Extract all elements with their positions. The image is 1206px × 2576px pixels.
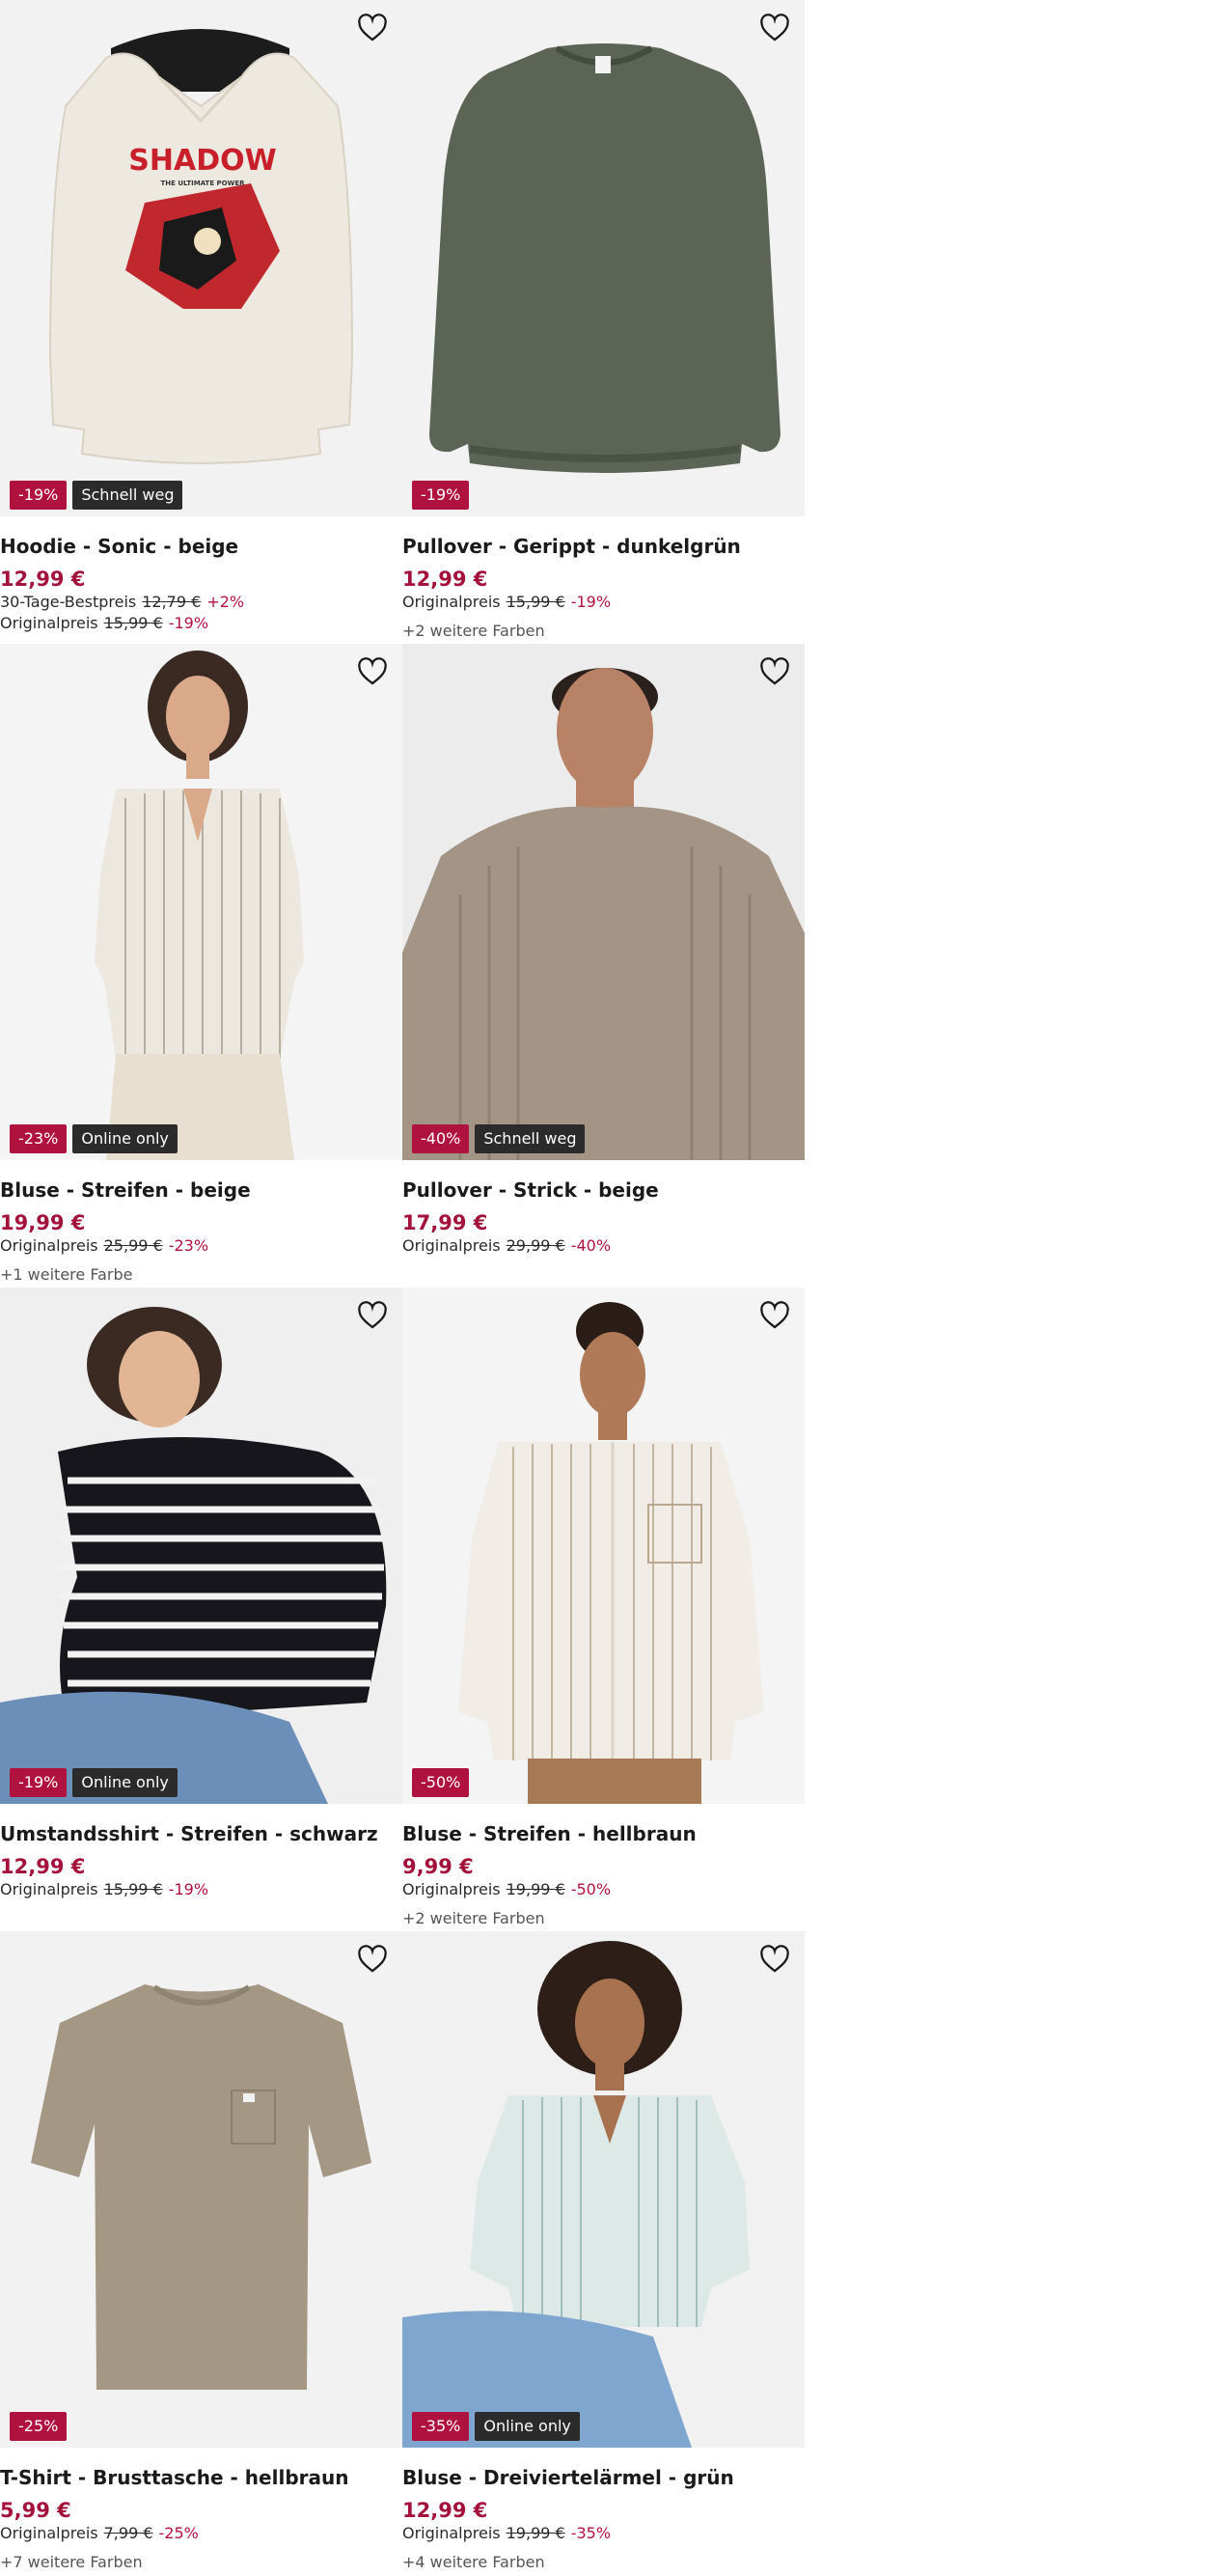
hoodie-illustration: SHADOW THE ULTIMATE POWER [48,29,354,464]
heart-outline-icon[interactable] [757,12,792,44]
product-name[interactable]: Bluse - Dreiviertelärmel - grün [402,2465,805,2490]
model-photo-illustration [402,1931,805,2448]
product-image[interactable]: -19% Online only [0,1288,402,1804]
product-name[interactable]: Bluse - Streifen - beige [0,1177,402,1203]
product-image[interactable]: -19% [402,0,805,516]
product-image[interactable]: SHADOW THE ULTIMATE POWER -19% Schnell w… [0,0,402,516]
sweater-illustration [429,43,781,473]
original-price: Originalpreis 19,99 € -50% [402,1880,612,1898]
product-card[interactable]: -19% Online only Umstandsshirt - Streife… [0,1288,402,1931]
product-price: 9,99 € [402,1855,474,1878]
discount-badge: -35% [412,2412,470,2441]
product-image[interactable]: -40% Schnell weg [402,644,805,1160]
product-name[interactable]: Pullover - Gerippt - dunkelgrün [402,534,805,559]
heart-outline-icon[interactable] [757,1943,792,1976]
product-card[interactable]: -19% Pullover - Gerippt - dunkelgrün 12,… [402,0,805,644]
tag-badge: Schnell weg [72,481,183,510]
print-subtitle: THE ULTIMATE POWER [160,180,245,187]
tag-badge: Online only [72,1124,178,1153]
model-photo-illustration [402,1288,805,1804]
model-photo-illustration [0,644,402,1160]
product-card[interactable]: -25% T-Shirt - Brusttasche - hellbraun 5… [0,1931,402,2575]
product-card[interactable]: -50% Bluse - Streifen - hellbraun 9,99 €… [402,1288,805,1931]
product-card[interactable]: SHADOW THE ULTIMATE POWER -19% Schnell w… [0,0,402,644]
tag-badge: Schnell weg [475,1124,586,1153]
more-colors-link[interactable]: +2 weitere Farben [402,1908,805,1929]
tag-badge: Online only [72,1768,178,1797]
discount-badge: -40% [412,1124,470,1153]
discount-badge: -25% [10,2412,68,2441]
discount-badge: -23% [10,1124,68,1153]
model-photo-illustration [0,1288,402,1804]
product-image[interactable]: -23% Online only [0,644,402,1160]
tag-badge: Online only [475,2412,580,2441]
product-grid: SHADOW THE ULTIMATE POWER -19% Schnell w… [0,0,805,2575]
product-price: 19,99 € [0,1211,86,1234]
more-colors-link[interactable]: +2 weitere Farben [402,621,805,642]
product-price: 5,99 € [0,2499,71,2522]
product-name[interactable]: Hoodie - Sonic - beige [0,534,402,559]
heart-outline-icon[interactable] [757,655,792,688]
original-price: Originalpreis 15,99 € -19% [402,593,612,611]
discount-badge: -19% [10,1768,68,1797]
product-name[interactable]: Pullover - Strick - beige [402,1177,805,1203]
product-image[interactable]: -25% [0,1931,402,2448]
original-price: Originalpreis 19,99 € -35% [402,2524,612,2542]
discount-badge: -19% [412,481,470,510]
product-price: 17,99 € [402,1211,488,1234]
product-card[interactable]: -23% Online only Bluse - Streifen - beig… [0,644,402,1288]
tshirt-illustration [31,1984,371,2390]
product-price: 12,99 € [402,568,488,591]
heart-outline-icon[interactable] [355,1299,390,1332]
product-card[interactable]: -35% Online only Bluse - Dreiviertelärme… [402,1931,805,2575]
product-price: 12,99 € [0,1855,86,1878]
product-price: 12,99 € [0,568,86,591]
more-colors-link[interactable]: +4 weitere Farben [402,2552,805,2573]
product-image[interactable]: -50% [402,1288,805,1804]
original-price: Originalpreis 7,99 € -25% [0,2524,199,2542]
product-name[interactable]: T-Shirt - Brusttasche - hellbraun [0,2465,402,2490]
product-name[interactable]: Umstandsshirt - Streifen - schwarz [0,1821,402,1846]
original-price: Originalpreis 15,99 € -19% [0,614,209,632]
lowest-30-day-price: 30-Tage-Bestpreis 12,79 € +2% [0,593,245,611]
product-card[interactable]: -40% Schnell weg Pullover - Strick - bei… [402,644,805,1288]
original-price: Originalpreis 29,99 € -40% [402,1236,612,1255]
original-price: Originalpreis 25,99 € -23% [0,1236,209,1255]
model-photo-illustration [402,644,805,1160]
heart-outline-icon[interactable] [355,655,390,688]
heart-outline-icon[interactable] [757,1299,792,1332]
product-name[interactable]: Bluse - Streifen - hellbraun [402,1821,805,1846]
more-colors-link[interactable]: +1 weitere Farbe [0,1264,402,1286]
product-image[interactable]: -35% Online only [402,1931,805,2448]
original-price: Originalpreis 15,99 € -19% [0,1880,209,1898]
heart-outline-icon[interactable] [355,1943,390,1976]
discount-badge: -50% [412,1768,470,1797]
print-title: SHADOW [128,144,276,178]
product-price: 12,99 € [402,2499,488,2522]
discount-badge: -19% [10,481,68,510]
more-colors-link[interactable]: +7 weitere Farben [0,2552,402,2573]
heart-outline-icon[interactable] [355,12,390,44]
